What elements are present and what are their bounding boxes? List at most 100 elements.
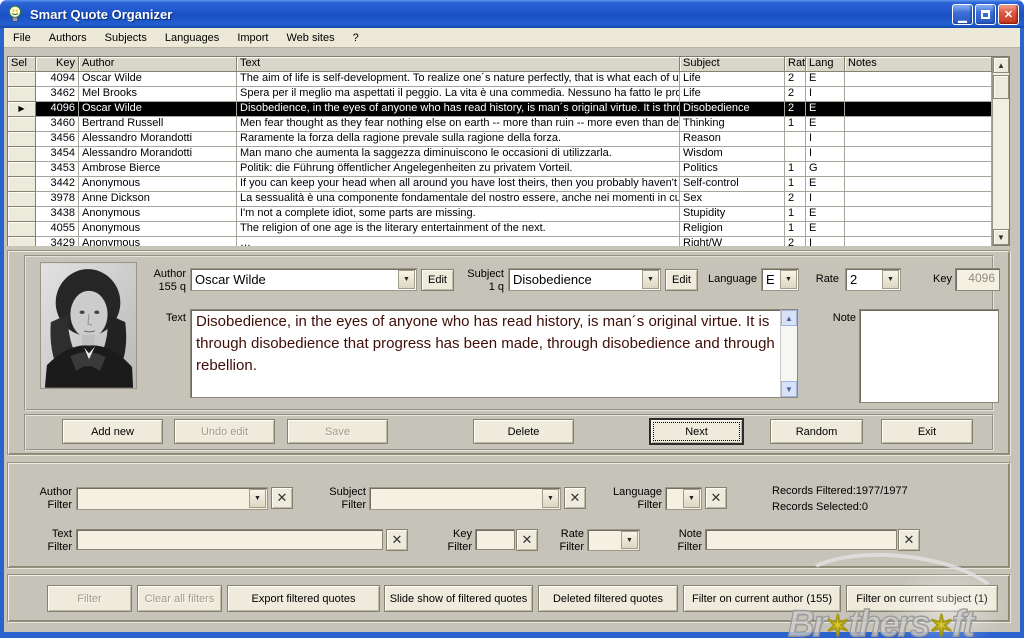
chevron-down-icon[interactable]: ▼ — [249, 489, 266, 508]
table-row[interactable]: 3460 Bertrand Russell Men fear thought a… — [8, 117, 992, 132]
author-filter-select[interactable]: ▼ — [76, 487, 268, 510]
menu-item-authors[interactable]: Authors — [40, 30, 96, 46]
rate-select[interactable]: 2 ▼ — [845, 268, 901, 291]
next-button[interactable]: Next — [649, 418, 744, 445]
table-row[interactable]: 3454 Alessandro Morandotti Man mano che … — [8, 147, 992, 162]
column-header-author[interactable]: Author — [79, 57, 237, 72]
clear-note-filter-button[interactable]: ✕ — [898, 529, 920, 551]
subject-label: Subject1 q — [454, 268, 504, 294]
clear-key-filter-button[interactable]: ✕ — [516, 529, 538, 551]
filter-current-author-button[interactable]: Filter on current author (155) — [683, 585, 841, 612]
row-selector-cell[interactable] — [8, 132, 36, 147]
table-row[interactable]: 4055 Anonymous The religion of one age i… — [8, 222, 992, 237]
delete-button[interactable]: Delete — [473, 419, 574, 444]
minimize-button[interactable]: ▁ — [952, 4, 973, 25]
column-header-lang[interactable]: Lang — [806, 57, 845, 72]
clear-subject-filter-button[interactable]: ✕ — [564, 487, 586, 509]
menu-item-languages[interactable]: Languages — [156, 30, 228, 46]
table-row[interactable]: 3453 Ambrose Bierce Politik: die Führung… — [8, 162, 992, 177]
key-filter-input[interactable] — [475, 529, 515, 550]
clear-text-filter-button[interactable]: ✕ — [386, 529, 408, 551]
row-selector-cell[interactable] — [8, 87, 36, 102]
add-new-button[interactable]: Add new — [62, 419, 163, 444]
language-select[interactable]: E ▼ — [761, 268, 799, 291]
deleted-filtered-quotes-button[interactable]: Deleted filtered quotes — [538, 585, 678, 612]
menu-item-web-sites[interactable]: Web sites — [278, 30, 344, 46]
rate-filter-select[interactable]: ▼ — [587, 529, 640, 551]
note-box[interactable] — [859, 309, 999, 403]
row-author-cell: Alessandro Morandotti — [79, 147, 237, 162]
column-header-notes[interactable]: Notes — [845, 57, 992, 72]
scroll-down-icon[interactable]: ▼ — [781, 381, 797, 397]
row-selector-cell[interactable] — [8, 162, 36, 177]
table-row[interactable]: 3456 Alessandro Morandotti Raramente la … — [8, 132, 992, 147]
clear-author-filter-button[interactable]: ✕ — [271, 487, 293, 509]
table-row[interactable]: 3978 Anne Dickson La sessualità è una co… — [8, 192, 992, 207]
column-header-text[interactable]: Text — [237, 57, 680, 72]
column-header-key[interactable]: Key — [36, 57, 79, 72]
row-subject-cell: Wisdom — [680, 147, 785, 162]
table-row[interactable]: ▶ 4096 Oscar Wilde Disobedience, in the … — [8, 102, 992, 117]
row-selector-cell[interactable] — [8, 192, 36, 207]
chevron-down-icon[interactable]: ▼ — [882, 270, 899, 289]
chevron-down-icon[interactable]: ▼ — [621, 531, 638, 549]
text-filter-input[interactable] — [76, 529, 383, 550]
exit-button[interactable]: Exit — [881, 419, 973, 444]
scrollbar-thumb[interactable] — [993, 75, 1009, 99]
filter-current-subject-button[interactable]: Filter on current subject (1) — [846, 585, 998, 612]
quote-scrollbar[interactable]: ▲ ▼ — [780, 310, 797, 397]
slide-show-button[interactable]: Slide show of filtered quotes — [384, 585, 533, 612]
menu-item-file[interactable]: File — [4, 30, 40, 46]
save-button: Save — [287, 419, 388, 444]
chevron-down-icon[interactable]: ▼ — [542, 489, 559, 508]
quote-text-box[interactable]: Disobedience, in the eyes of anyone who … — [190, 309, 798, 398]
row-author-cell: Oscar Wilde — [79, 102, 237, 117]
table-row[interactable]: 3442 Anonymous If you can keep your head… — [8, 177, 992, 192]
row-selector-cell[interactable] — [8, 177, 36, 192]
column-header-subject[interactable]: Subject — [680, 57, 785, 72]
menu-item-help[interactable]: ? — [344, 30, 368, 46]
table-scrollbar[interactable]: ▲ ▼ — [992, 57, 1009, 245]
row-notes-cell — [845, 177, 992, 192]
row-notes-cell — [845, 147, 992, 162]
table-row[interactable]: 4094 Oscar Wilde The aim of life is self… — [8, 72, 992, 87]
export-filtered-quotes-button[interactable]: Export filtered quotes — [227, 585, 380, 612]
maximize-button[interactable] — [975, 4, 996, 25]
scroll-down-icon[interactable]: ▼ — [993, 229, 1009, 245]
chevron-down-icon[interactable]: ▼ — [683, 489, 700, 508]
chevron-down-icon[interactable]: ▼ — [398, 270, 415, 289]
row-selector-cell[interactable] — [8, 222, 36, 237]
row-selector-cell[interactable] — [8, 72, 36, 87]
subject-select[interactable]: Disobedience ▼ — [508, 268, 661, 291]
subject-filter-select[interactable]: ▼ — [369, 487, 561, 510]
table-row[interactable]: 3438 Anonymous I'm not a complete idiot,… — [8, 207, 992, 222]
chevron-down-icon[interactable]: ▼ — [642, 270, 659, 289]
quote-text: Disobedience, in the eyes of anyone who … — [191, 310, 780, 397]
scroll-up-icon[interactable]: ▲ — [993, 57, 1009, 73]
row-selector-cell[interactable] — [8, 207, 36, 222]
note-filter-input[interactable] — [705, 529, 897, 550]
chevron-down-icon[interactable]: ▼ — [780, 270, 797, 289]
row-notes-cell — [845, 132, 992, 147]
row-selector-cell[interactable]: ▶ — [8, 102, 36, 117]
row-selector-cell[interactable] — [8, 117, 36, 132]
random-button[interactable]: Random — [770, 419, 863, 444]
quotes-table: Sel Key Author Text Subject Rate Lang No… — [7, 56, 1010, 246]
language-filter-select[interactable]: ▼ — [665, 487, 702, 510]
row-selector-cell[interactable] — [8, 237, 36, 246]
table-row[interactable]: 3429 Anonymous … Right/W 2 I — [8, 237, 992, 246]
column-header-rate[interactable]: Rate — [785, 57, 806, 72]
author-select[interactable]: Oscar Wilde ▼ — [190, 268, 417, 291]
row-selector-cell[interactable] — [8, 147, 36, 162]
clear-language-filter-button[interactable]: ✕ — [705, 487, 727, 509]
edit-subject-button[interactable]: Edit — [665, 269, 698, 291]
table-row[interactable]: 3462 Mel Brooks Spera per il meglio ma a… — [8, 87, 992, 102]
scroll-up-icon[interactable]: ▲ — [781, 310, 797, 326]
menu-item-subjects[interactable]: Subjects — [96, 30, 156, 46]
column-header-sel[interactable]: Sel — [8, 57, 36, 72]
close-button[interactable]: ✕ — [998, 4, 1019, 25]
edit-author-button[interactable]: Edit — [421, 269, 454, 291]
row-rate-cell: 1 — [785, 222, 806, 237]
menu-item-import[interactable]: Import — [228, 30, 277, 46]
row-text-cell: Disobedience, in the eyes of anyone who … — [237, 102, 680, 117]
